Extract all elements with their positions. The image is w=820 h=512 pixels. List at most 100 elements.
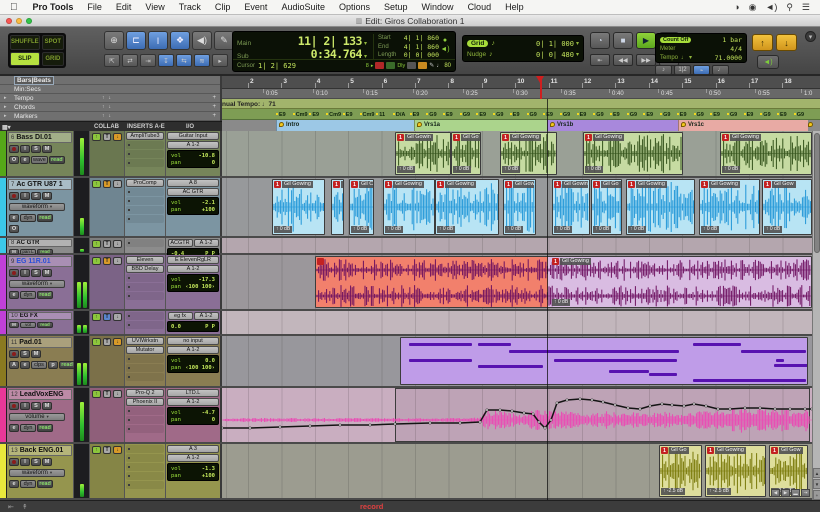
track-view-selector[interactable]: waveform▾ — [9, 203, 65, 211]
mode-slip[interactable]: SLIP — [10, 52, 40, 67]
audio-clip[interactable]: 1Gil Go↑ 0 dB — [591, 179, 622, 235]
input-selector[interactable]: Guitar Input — [167, 132, 219, 140]
chevron-down-icon[interactable]: ▾ — [576, 40, 579, 47]
collab-upload-button[interactable]: ↑ — [92, 133, 101, 141]
track-header[interactable]: 13Back ENG.01ISMwaveform▾edynread — [7, 444, 74, 498]
add-icon[interactable]: + — [212, 95, 216, 101]
audio-clip[interactable]: 1Gil Gowing↑ 0 dB — [699, 179, 760, 235]
pan-value[interactable]: 0 — [212, 160, 215, 166]
min-secs-ruler[interactable]: 0:050:100:150:200:250:300:350:400:450:50… — [222, 89, 820, 99]
marker-pin-icon[interactable] — [279, 122, 284, 127]
subtool-4-icon[interactable]: ⇆ — [176, 54, 192, 67]
scroll-zoom-icon[interactable]: + — [813, 490, 820, 500]
insert-slot-empty[interactable] — [126, 274, 164, 282]
output-selector[interactable]: A 1-2 — [194, 239, 219, 247]
chevron-down-icon[interactable]: ▾ — [576, 51, 579, 58]
insert-slot-empty[interactable] — [126, 425, 164, 433]
insert-slot-empty[interactable] — [126, 463, 164, 471]
collab-upload-button[interactable]: ↑ — [92, 390, 101, 398]
grid-value[interactable]: 0| 1| 000 — [536, 40, 574, 48]
chevron-down-icon[interactable]: ▾ — [689, 54, 692, 61]
input-selector[interactable]: no input — [167, 337, 219, 345]
record-enable-button[interactable] — [9, 192, 19, 200]
track-button-i[interactable]: I — [20, 192, 30, 200]
midi-note[interactable] — [409, 343, 472, 346]
record-enable-button[interactable] — [9, 402, 19, 410]
chord-symbol[interactable]: G9 — [660, 112, 670, 118]
insert-slot[interactable]: AmpliTube3 — [126, 132, 164, 140]
tempo-tap-icon[interactable]: ♩ — [712, 65, 729, 75]
expand-arrow-icon[interactable]: ▸ — [4, 95, 7, 101]
track-lane[interactable]: 1Gil Go↑ -2.5 dB1Gil Gowing↑ -2.5 dB1Gil… — [222, 444, 812, 498]
tempo-value[interactable]: 71.0000 — [715, 54, 742, 62]
scrollbar-thumb[interactable] — [814, 133, 820, 253]
vol-value[interactable]: -2.1 — [202, 200, 215, 206]
insert-slot[interactable]: UVIWrkstn — [126, 337, 164, 345]
insert-slot-empty[interactable] — [126, 481, 164, 489]
mode-spot[interactable]: SPOT — [42, 35, 64, 50]
end-value[interactable]: 4| 1| 860 — [402, 43, 439, 51]
track-view-selector[interactable]: volume▾ — [9, 413, 65, 421]
midi-clip[interactable] — [400, 337, 808, 385]
vol-value[interactable]: -4.7 — [202, 410, 215, 416]
insert-slot[interactable]: Pro-Q 2 — [126, 389, 164, 397]
title-bar[interactable]: ▥ Edit: Giros Collaboration 1 — [0, 15, 820, 27]
chevron-down-icon[interactable]: ▾ — [364, 40, 367, 47]
track-button-m[interactable]: M — [9, 322, 19, 328]
midi-note[interactable] — [649, 373, 677, 376]
play-button[interactable]: ▶ — [636, 32, 656, 49]
track-header[interactable]: 6Bass DI.01ISMOewaveread — [7, 131, 74, 176]
collab-upload-button[interactable]: ↑ — [92, 180, 101, 188]
insert-slot-empty[interactable] — [126, 445, 164, 453]
main-counter-value[interactable]: 11| 2| 133 — [263, 34, 362, 48]
automation-read-button[interactable]: read — [49, 156, 65, 164]
pan-value[interactable]: ‹100 100› — [185, 365, 215, 371]
bars-beats-ruler[interactable]: 23456789101112131415161718 — [222, 76, 820, 89]
track-header[interactable]: 10EG FXMvolread — [7, 311, 74, 334]
output-selector[interactable]: A 1-2 — [167, 141, 219, 149]
output-selector[interactable]: AC GTR — [167, 188, 219, 196]
reorder-icons[interactable]: ↑↓ — [102, 113, 115, 119]
pan-value[interactable]: +100 — [202, 207, 215, 213]
audio-clip[interactable]: 1Gil Gowing↑ 0 dB — [383, 179, 435, 235]
menu-pro-tools[interactable]: Pro Tools — [26, 2, 81, 12]
track-button-s[interactable]: S — [31, 402, 41, 410]
track-button-m[interactable]: M — [31, 350, 41, 358]
chord-symbol[interactable]: E9 — [777, 112, 787, 118]
note-icon[interactable]: ♩ — [436, 63, 442, 69]
grid-label[interactable]: Grid — [467, 40, 488, 47]
menu-window[interactable]: Window — [415, 2, 461, 12]
chord-symbol[interactable]: E9 — [343, 112, 353, 118]
track-button-s[interactable]: S — [31, 192, 41, 200]
chord-symbol[interactable]: G9 — [760, 112, 770, 118]
menu-setup[interactable]: Setup — [377, 2, 415, 12]
collab-download-button[interactable]: ↓ — [113, 338, 122, 346]
midi-note[interactable] — [509, 350, 679, 353]
pan-value[interactable]: P P — [205, 324, 215, 330]
audio-clip[interactable]: 1Gil Gowin↑ 0 dB — [395, 132, 451, 175]
track-header[interactable]: 12LeadVoxENGISMvolume▾edynread — [7, 388, 74, 442]
subtool-5-icon[interactable]: ≋ — [194, 54, 210, 67]
track-name-row[interactable]: 12LeadVoxENG — [8, 389, 72, 400]
audition-button[interactable]: ◄) — [757, 55, 779, 69]
nudge-value[interactable]: 0| 0| 480 — [536, 51, 574, 59]
track-button-dyn[interactable]: dyn — [20, 480, 36, 488]
collab-upload-button[interactable]: ↑ — [92, 313, 101, 321]
pre-roll-value[interactable]: 8 — [366, 63, 369, 69]
audio-clip[interactable]: 1Gil Gow↑ 0 dB — [762, 179, 812, 235]
midi-note[interactable] — [609, 370, 649, 373]
chord-symbol[interactable]: D/A — [393, 112, 405, 118]
track-name-row[interactable]: 9EG 11R.01 — [8, 256, 72, 267]
track-button-p[interactable]: p — [48, 361, 58, 369]
menu-file[interactable]: File — [80, 2, 109, 12]
chord-symbol[interactable]: G9 — [694, 112, 704, 118]
midi-note[interactable] — [554, 359, 677, 362]
track-button-dyn[interactable]: dyn — [20, 424, 36, 432]
chord-symbol[interactable]: Cm9 — [360, 112, 375, 118]
ruler-label-markers[interactable]: ▸Markers↑↓+ — [0, 112, 220, 121]
track-button-s[interactable]: S — [31, 458, 41, 466]
chord-symbol[interactable]: E9 — [577, 112, 587, 118]
subtool-6-icon[interactable]: ▸ — [212, 54, 228, 67]
delay-compensation-label[interactable]: Dly — [397, 63, 405, 69]
midi-note[interactable] — [693, 379, 806, 382]
